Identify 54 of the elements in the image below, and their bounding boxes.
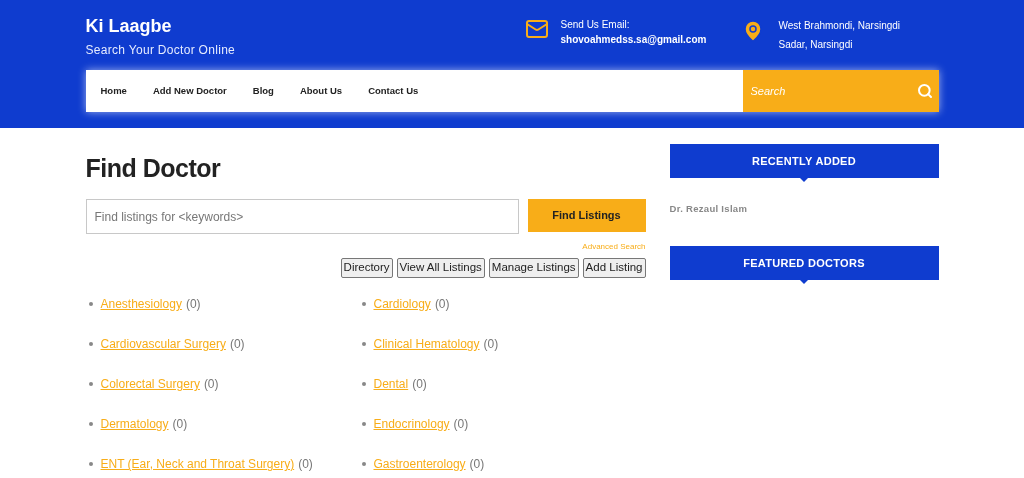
category-count: (0) xyxy=(412,376,427,393)
bullet-icon xyxy=(361,462,366,466)
category-link[interactable]: Endocrinology xyxy=(373,415,450,433)
find-listings-button[interactable]: Find Listings xyxy=(527,199,646,232)
nav-link[interactable]: Add New Doctor xyxy=(152,83,227,99)
listing-action-button[interactable]: Manage Listings xyxy=(488,258,579,278)
category-count: (0) xyxy=(203,376,219,393)
bullet-icon xyxy=(88,382,93,386)
category-link[interactable]: Anesthesiology xyxy=(100,295,182,313)
address-line: Sadar, Narsingdi xyxy=(778,38,854,52)
listing-action-button[interactable]: View All Listings xyxy=(396,258,485,278)
nav-link[interactable]: Blog xyxy=(252,83,274,99)
keyword-field[interactable]: Find listings for <keywords> xyxy=(85,199,519,234)
bullet-icon xyxy=(361,302,366,306)
category-link[interactable]: Clinical Hematology xyxy=(373,335,480,353)
category-link[interactable]: ENT (Ear, Neck and Throat Surgery) xyxy=(100,455,295,473)
category-link[interactable]: Cardiology xyxy=(373,295,431,313)
widget-title: FEATURED DOCTORS xyxy=(743,256,865,271)
bullet-icon xyxy=(361,382,366,386)
bullet-icon xyxy=(88,422,93,426)
category-count: (0) xyxy=(185,296,201,313)
site-tagline: Search Your Doctor Online xyxy=(85,42,237,59)
bullet-icon xyxy=(361,342,366,346)
category-link[interactable]: Gastroenterology xyxy=(373,455,466,473)
bullet-icon xyxy=(88,302,93,306)
category-count: (0) xyxy=(298,456,313,473)
category-count: (0) xyxy=(434,296,450,313)
category-link[interactable]: Dental xyxy=(373,375,409,393)
category-count: (0) xyxy=(483,336,499,353)
email-label: Send Us Email: xyxy=(560,18,631,32)
category-count: (0) xyxy=(172,416,188,433)
bullet-icon xyxy=(88,342,93,346)
category-link[interactable]: Dermatology xyxy=(100,415,169,433)
category-count: (0) xyxy=(453,416,469,433)
email-address: shovoahmedss.sa@gmail.com xyxy=(560,33,707,47)
nav-link[interactable]: Home xyxy=(100,83,127,99)
category-count: (0) xyxy=(229,336,245,353)
listing-action-button[interactable]: Add Listing xyxy=(582,258,646,278)
category-link[interactable]: Colorectal Surgery xyxy=(100,375,200,393)
site-title[interactable]: Ki Laagbe xyxy=(85,16,523,36)
doctor-link[interactable]: Dr. Rezaul Islam xyxy=(669,202,939,217)
page-title: Find Doctor xyxy=(85,153,222,183)
search-field[interactable]: Search xyxy=(742,70,939,112)
category-count: (0) xyxy=(469,456,485,473)
bullet-icon xyxy=(361,422,366,426)
address-line: West Brahmondi, Narsingdi xyxy=(778,19,901,33)
widget-title: RECENTLY ADDED xyxy=(751,153,856,169)
nav-link[interactable]: Contact Us xyxy=(368,83,419,99)
advanced-search-link[interactable]: Advanced Search xyxy=(582,242,646,251)
category-link[interactable]: Cardiovascular Surgery xyxy=(100,335,226,353)
listing-action-button[interactable]: Directory xyxy=(340,258,393,278)
bullet-icon xyxy=(88,462,93,466)
nav-link[interactable]: About Us xyxy=(299,83,343,99)
search-icon[interactable] xyxy=(916,83,933,99)
